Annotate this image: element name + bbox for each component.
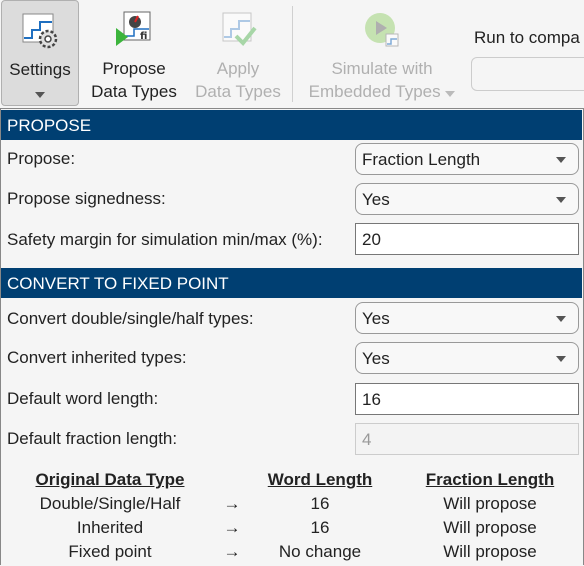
- row-word: 16: [310, 494, 330, 513]
- row-word: 16: [310, 518, 330, 537]
- row-fraction: Will propose: [443, 518, 537, 537]
- toolstrip-separator: [292, 6, 293, 102]
- header-fraction-length: Fraction Length: [425, 470, 555, 489]
- chevron-down-icon: [556, 356, 566, 362]
- safety-margin-label: Safety margin for simulation min/max (%)…: [7, 230, 323, 249]
- row-original: Fixed point: [68, 542, 152, 561]
- simulate-label-2: Embedded Types: [308, 82, 441, 101]
- convert-double-label: Convert double/single/half types:: [7, 309, 254, 328]
- word-length-label: Default word length:: [7, 389, 159, 408]
- row-fraction: Will propose: [443, 542, 537, 561]
- word-length-input[interactable]: 16: [355, 383, 579, 415]
- propose-data-types-button[interactable]: fi Propose Data Types: [86, 0, 182, 106]
- simulate-embedded-types-button[interactable]: Simulate with Embedded Types: [300, 0, 464, 106]
- safety-margin-input[interactable]: 20: [355, 223, 579, 255]
- signedness-label: Propose signedness:: [7, 189, 166, 208]
- apply-label-1: Apply: [216, 59, 260, 78]
- svg-text:fi: fi: [140, 31, 147, 42]
- table-row: Inherited → 16 Will propose: [0, 518, 584, 542]
- arrow-right-icon: →: [223, 494, 241, 513]
- propose-section-header: PROPOSE: [1, 110, 582, 140]
- summary-table-header: Original Data Type Word Length Fraction …: [0, 470, 584, 494]
- fraction-length-input: 4: [355, 423, 579, 455]
- header-word-length: Word Length: [267, 470, 373, 489]
- chevron-down-icon: [445, 91, 456, 97]
- propose-dropdown[interactable]: Fraction Length: [355, 143, 579, 175]
- chevron-down-icon: [556, 157, 566, 163]
- convert-inherited-dropdown[interactable]: Yes: [355, 342, 579, 374]
- signedness-value: Yes: [362, 190, 390, 209]
- convert-section-header: CONVERT TO FIXED POINT: [1, 268, 582, 298]
- row-original: Double/Single/Half: [39, 494, 181, 513]
- propose-data-types-icon: fi: [116, 11, 151, 46]
- run-to-compare-label: Run to compa: [474, 28, 580, 47]
- simulate-play-icon: [365, 13, 399, 47]
- row-fraction: Will propose: [443, 494, 537, 513]
- header-original-type: Original Data Type: [35, 470, 185, 489]
- simulate-label-1: Simulate with: [331, 59, 433, 78]
- settings-label: Settings: [9, 60, 71, 79]
- convert-double-value: Yes: [362, 309, 390, 328]
- convert-double-dropdown[interactable]: Yes: [355, 302, 579, 334]
- table-row: Fixed point → No change Will propose: [0, 542, 584, 566]
- row-word: No change: [278, 542, 362, 561]
- arrow-right-icon: →: [223, 542, 241, 561]
- propose-label-1: Propose: [102, 59, 166, 78]
- signedness-dropdown[interactable]: Yes: [355, 183, 579, 215]
- chevron-down-icon: [35, 92, 45, 98]
- propose-label-2: Data Types: [91, 82, 177, 101]
- apply-data-types-icon: [222, 12, 257, 46]
- toolstrip: Settings fi Propose Data Types Apply Data …: [0, 0, 584, 109]
- propose-value: Fraction Length: [362, 150, 481, 169]
- chevron-down-icon: [556, 316, 566, 322]
- chevron-down-icon: [556, 197, 566, 203]
- apply-data-types-button[interactable]: Apply Data Types: [190, 0, 286, 106]
- arrow-right-icon: →: [223, 518, 241, 537]
- settings-gear-icon: [22, 13, 58, 49]
- convert-inherited-value: Yes: [362, 349, 390, 368]
- table-row: Double/Single/Half → 16 Will propose: [0, 494, 584, 518]
- convert-inherited-label: Convert inherited types:: [7, 348, 187, 367]
- fraction-length-label: Default fraction length:: [7, 429, 178, 448]
- row-original: Inherited: [76, 518, 144, 537]
- settings-button[interactable]: Settings: [1, 0, 79, 106]
- run-to-compare-input[interactable]: [471, 57, 584, 91]
- apply-label-2: Data Types: [195, 82, 281, 101]
- propose-label: Propose:: [7, 149, 76, 168]
